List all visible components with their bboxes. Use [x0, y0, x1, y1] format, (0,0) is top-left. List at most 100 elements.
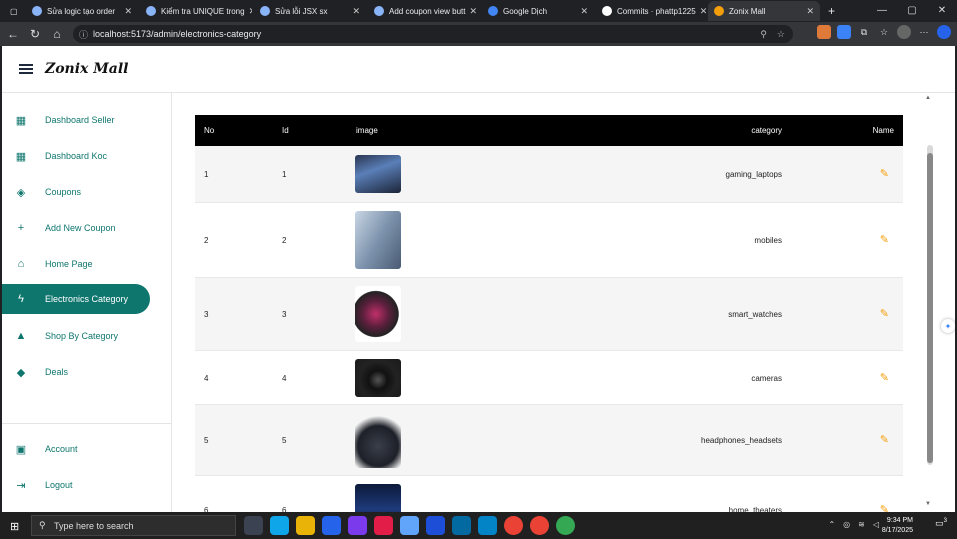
vscode-icon[interactable]	[478, 516, 497, 535]
browser-tab-1[interactable]: Kiểm tra UNIQUE trong✕	[140, 1, 252, 21]
col-header-category[interactable]: category	[751, 126, 782, 135]
browser-tab-5[interactable]: Commits · phattp1225 ✕	[596, 1, 708, 21]
sidebar-divider	[2, 423, 172, 424]
chevron-up-icon[interactable]: ⌃	[828, 520, 835, 529]
maximize-icon[interactable]: ▢	[897, 0, 927, 20]
edit-icon[interactable]: ✎	[880, 167, 889, 180]
sidebar-item-account[interactable]: ▣ Account	[2, 434, 150, 464]
tab-actions-icon[interactable]: ▢	[4, 1, 22, 21]
browser-tab-3[interactable]: Add coupon view butt ✕	[368, 1, 480, 21]
extension-icon[interactable]	[837, 25, 851, 39]
col-header-no[interactable]: No	[204, 126, 214, 135]
close-tab-icon[interactable]: ✕	[576, 6, 588, 17]
edge-icon[interactable]	[270, 516, 289, 535]
sidebar-item-logout[interactable]: ⇥ Logout	[2, 470, 150, 500]
tag-icon: ◆	[16, 366, 26, 379]
scrollbar-thumb[interactable]	[927, 153, 933, 463]
edit-icon[interactable]: ✎	[880, 503, 889, 512]
sidebar-item-deals[interactable]: ◆ Deals	[2, 357, 150, 387]
new-tab-button[interactable]: +	[822, 1, 840, 21]
close-tab-icon[interactable]: ✕	[802, 6, 814, 17]
reload-icon[interactable]: ↻	[24, 27, 46, 41]
word-icon[interactable]	[426, 516, 445, 535]
taskbar-apps	[244, 516, 575, 535]
sidebar-item-coupons[interactable]: ◈ Coupons	[2, 177, 150, 207]
url-input[interactable]: ⓘ localhost:5173/admin/electronics-categ…	[73, 25, 793, 43]
close-tab-icon[interactable]: ✕	[245, 6, 252, 17]
sidebar-item-electronics-category[interactable]: ϟ Electronics Category	[2, 284, 150, 314]
profile-avatar[interactable]	[897, 25, 911, 39]
taskbar: ⊞ ⚲ Type here to search ⌃ ◎ ≋ ◁ 9:34 PM …	[0, 512, 957, 539]
chrome-icon[interactable]	[530, 516, 549, 535]
volume-icon[interactable]: ◁	[873, 520, 879, 529]
notifications-icon[interactable]: ▭3	[935, 518, 947, 529]
sidebar-item-dashboard-seller[interactable]: ▦ Dashboard Seller	[2, 105, 150, 135]
app-window: Zonix Mall ▦ Dashboard Seller ▦ Dashboard …	[0, 46, 957, 512]
address-bar-row: ← ↻ ⌂ ⓘ localhost:5173/admin/electronics…	[0, 22, 957, 46]
browser-tab-6[interactable]: Zonix Mall ✕	[708, 1, 820, 21]
chrome-icon[interactable]	[556, 516, 575, 535]
task-view-icon[interactable]	[244, 516, 263, 535]
assistant-bubble-icon[interactable]: ✦	[941, 319, 955, 333]
sidebar-item-add-new-coupon[interactable]: + Add New Coupon	[2, 213, 150, 243]
hamburger-menu-icon[interactable]	[19, 64, 33, 74]
edit-icon[interactable]: ✎	[880, 233, 889, 246]
wifi-icon[interactable]: ≋	[858, 520, 865, 529]
cell-id: 5	[282, 436, 287, 445]
jetbrains-icon[interactable]	[374, 516, 393, 535]
minimize-icon[interactable]: —	[867, 0, 897, 20]
tab-favicon-icon	[488, 6, 498, 16]
theater-image	[355, 484, 401, 512]
sidebar-item-dashboard-koc[interactable]: ▦ Dashboard Koc	[2, 141, 150, 171]
main-content: No Id image category Name 1 1 gaming_lap…	[173, 93, 955, 512]
favorites-icon[interactable]: ☆	[877, 25, 891, 39]
browser-tab-2[interactable]: Sửa lỗi JSX sx ✕	[254, 1, 366, 21]
tab-strip: Sửa logic tạo order ✕ Kiểm tra UNIQUE tro…	[0, 0, 957, 22]
scroll-down-icon[interactable]: ▼	[925, 501, 931, 507]
store-icon[interactable]	[348, 516, 367, 535]
windows-start-icon[interactable]: ⊞	[10, 520, 19, 533]
close-window-icon[interactable]: ✕	[927, 0, 957, 20]
cell-no: 3	[204, 310, 209, 319]
col-header-name[interactable]: Name	[873, 126, 894, 135]
vs-icon[interactable]	[452, 516, 471, 535]
laptop-image	[355, 155, 401, 193]
bookmark-star-icon[interactable]: ☆	[777, 29, 785, 40]
site-info-icon[interactable]: ⓘ	[79, 28, 88, 41]
brand-logo[interactable]: Zonix Mall	[45, 61, 128, 77]
close-tab-icon[interactable]: ✕	[696, 6, 708, 17]
coupon-icon: ◈	[16, 186, 26, 199]
edit-icon[interactable]: ✎	[880, 433, 889, 446]
col-header-image[interactable]: image	[356, 126, 378, 135]
shapes-icon: ▲	[15, 330, 27, 342]
dashboard-icon: ▦	[15, 150, 27, 163]
network-icon[interactable]: ◎	[843, 520, 850, 529]
zoom-icon[interactable]: ⚲	[760, 29, 767, 40]
edit-icon[interactable]: ✎	[880, 307, 889, 320]
facebook-icon[interactable]	[322, 516, 341, 535]
copilot-icon[interactable]	[937, 25, 951, 39]
home-nav-icon[interactable]: ⌂	[46, 27, 68, 41]
scrollbar[interactable]	[927, 145, 933, 465]
taskbar-search-input[interactable]: ⚲ Type here to search	[31, 515, 236, 536]
close-tab-icon[interactable]: ✕	[348, 6, 360, 17]
sidebar-item-home-page[interactable]: ⌂ Home Page	[2, 249, 150, 279]
notes-icon[interactable]	[400, 516, 419, 535]
close-tab-icon[interactable]: ✕	[120, 6, 132, 17]
home-icon: ⌂	[17, 258, 25, 270]
cell-no: 5	[204, 436, 209, 445]
puzzle-icon[interactable]: ⧉	[857, 25, 871, 39]
edit-icon[interactable]: ✎	[880, 371, 889, 384]
scroll-up-icon[interactable]: ▲	[925, 95, 931, 101]
browser-tab-4[interactable]: Google Dịch ✕	[482, 1, 594, 21]
col-header-id[interactable]: Id	[282, 126, 289, 135]
close-tab-icon[interactable]: ✕	[466, 6, 478, 17]
chrome-icon[interactable]	[504, 516, 523, 535]
back-icon[interactable]: ←	[2, 27, 24, 41]
file-explorer-icon[interactable]	[296, 516, 315, 535]
more-menu-icon[interactable]: ⋯	[917, 25, 931, 39]
browser-tab-0[interactable]: Sửa logic tạo order ✕	[26, 1, 138, 21]
extension-icon[interactable]	[817, 25, 831, 39]
clock[interactable]: 9:34 PM 8/17/2025	[882, 516, 913, 536]
sidebar-item-shop-by-category[interactable]: ▲ Shop By Category	[2, 321, 150, 351]
